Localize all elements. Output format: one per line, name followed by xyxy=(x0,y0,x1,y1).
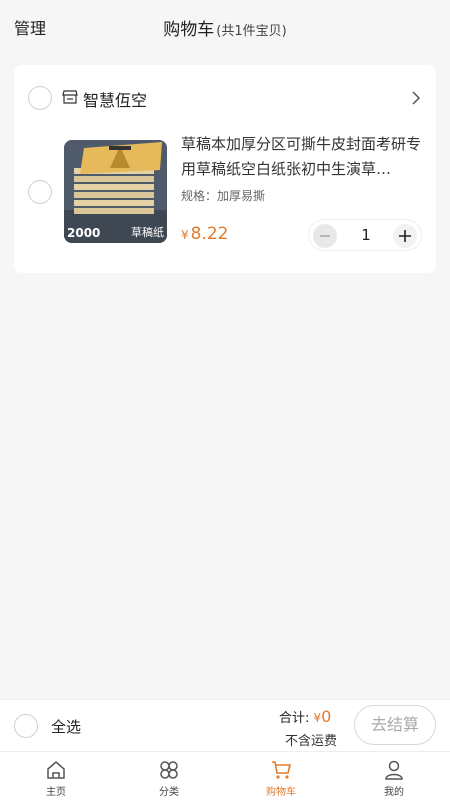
total-number: 0 xyxy=(321,707,332,726)
total-amount: 合计: ¥0 xyxy=(279,707,331,726)
page-title: 购物车 xyxy=(163,20,215,40)
select-all-label[interactable]: 全选 xyxy=(51,716,81,737)
product-spec[interactable]: 规格：加厚易撕 xyxy=(181,187,265,204)
cart-icon xyxy=(272,761,292,779)
price-value: 8.22 xyxy=(190,224,229,244)
store-icon xyxy=(62,90,78,104)
currency-symbol: ¥ xyxy=(181,228,189,242)
checkout-button[interactable]: 去结算 xyxy=(354,705,436,745)
tab-mine[interactable]: 我的 xyxy=(364,755,424,800)
quantity-stepper: 1 xyxy=(308,219,422,251)
product-thumbnail[interactable]: 2000 草稿纸 xyxy=(64,140,167,243)
tab-cart[interactable]: 购物车 xyxy=(251,755,311,800)
page-title-wrap: 购物车 (共1件宝贝) xyxy=(0,15,450,40)
tab-mine-label: 我的 xyxy=(384,787,404,798)
user-icon xyxy=(385,760,403,780)
select-all-radio[interactable] xyxy=(14,714,38,738)
thumb-tag: 草稿纸 xyxy=(131,226,164,239)
checkout-bar: 全选 合计: ¥0 不含运费 去结算 xyxy=(0,699,450,751)
tab-home[interactable]: 主页 xyxy=(26,755,86,800)
chevron-right-icon[interactable] xyxy=(410,89,422,107)
store-card: 智慧仾空 2000 草稿纸 草稿本加厚分区可撕牛皮封面考研专用草稿纸空白纸张初中… xyxy=(14,65,436,273)
plus-icon xyxy=(399,230,411,242)
total-label: 合计: xyxy=(279,711,310,726)
total-value: ¥0 xyxy=(314,707,332,726)
tab-cart-label: 购物车 xyxy=(266,787,296,798)
item-count: (共1件宝贝) xyxy=(216,24,287,39)
tab-home-label: 主页 xyxy=(46,787,66,798)
item-select-radio[interactable] xyxy=(28,180,52,204)
increment-button[interactable] xyxy=(393,224,417,248)
shipping-note: 不含运费 xyxy=(285,734,338,749)
store-select-radio[interactable] xyxy=(28,86,52,110)
store-name[interactable]: 智慧仾空 xyxy=(83,87,147,111)
bottom-tab-bar: 主页 分类 购物车 我的 xyxy=(0,751,450,800)
thumb-number: 2000 xyxy=(67,226,101,240)
home-icon xyxy=(47,761,65,779)
tab-category[interactable]: 分类 xyxy=(139,755,199,800)
decrement-button[interactable] xyxy=(313,224,337,248)
quantity-value[interactable]: 1 xyxy=(349,226,383,244)
category-icon xyxy=(160,761,178,779)
product-title[interactable]: 草稿本加厚分区可撕牛皮封面考研专用草稿纸空白纸张初中生演草… xyxy=(181,132,424,182)
minus-icon xyxy=(320,235,330,237)
product-price: ¥8.22 xyxy=(181,224,229,244)
tab-category-label: 分类 xyxy=(159,787,179,798)
top-bar: 管理 购物车 (共1件宝贝) xyxy=(0,0,450,56)
